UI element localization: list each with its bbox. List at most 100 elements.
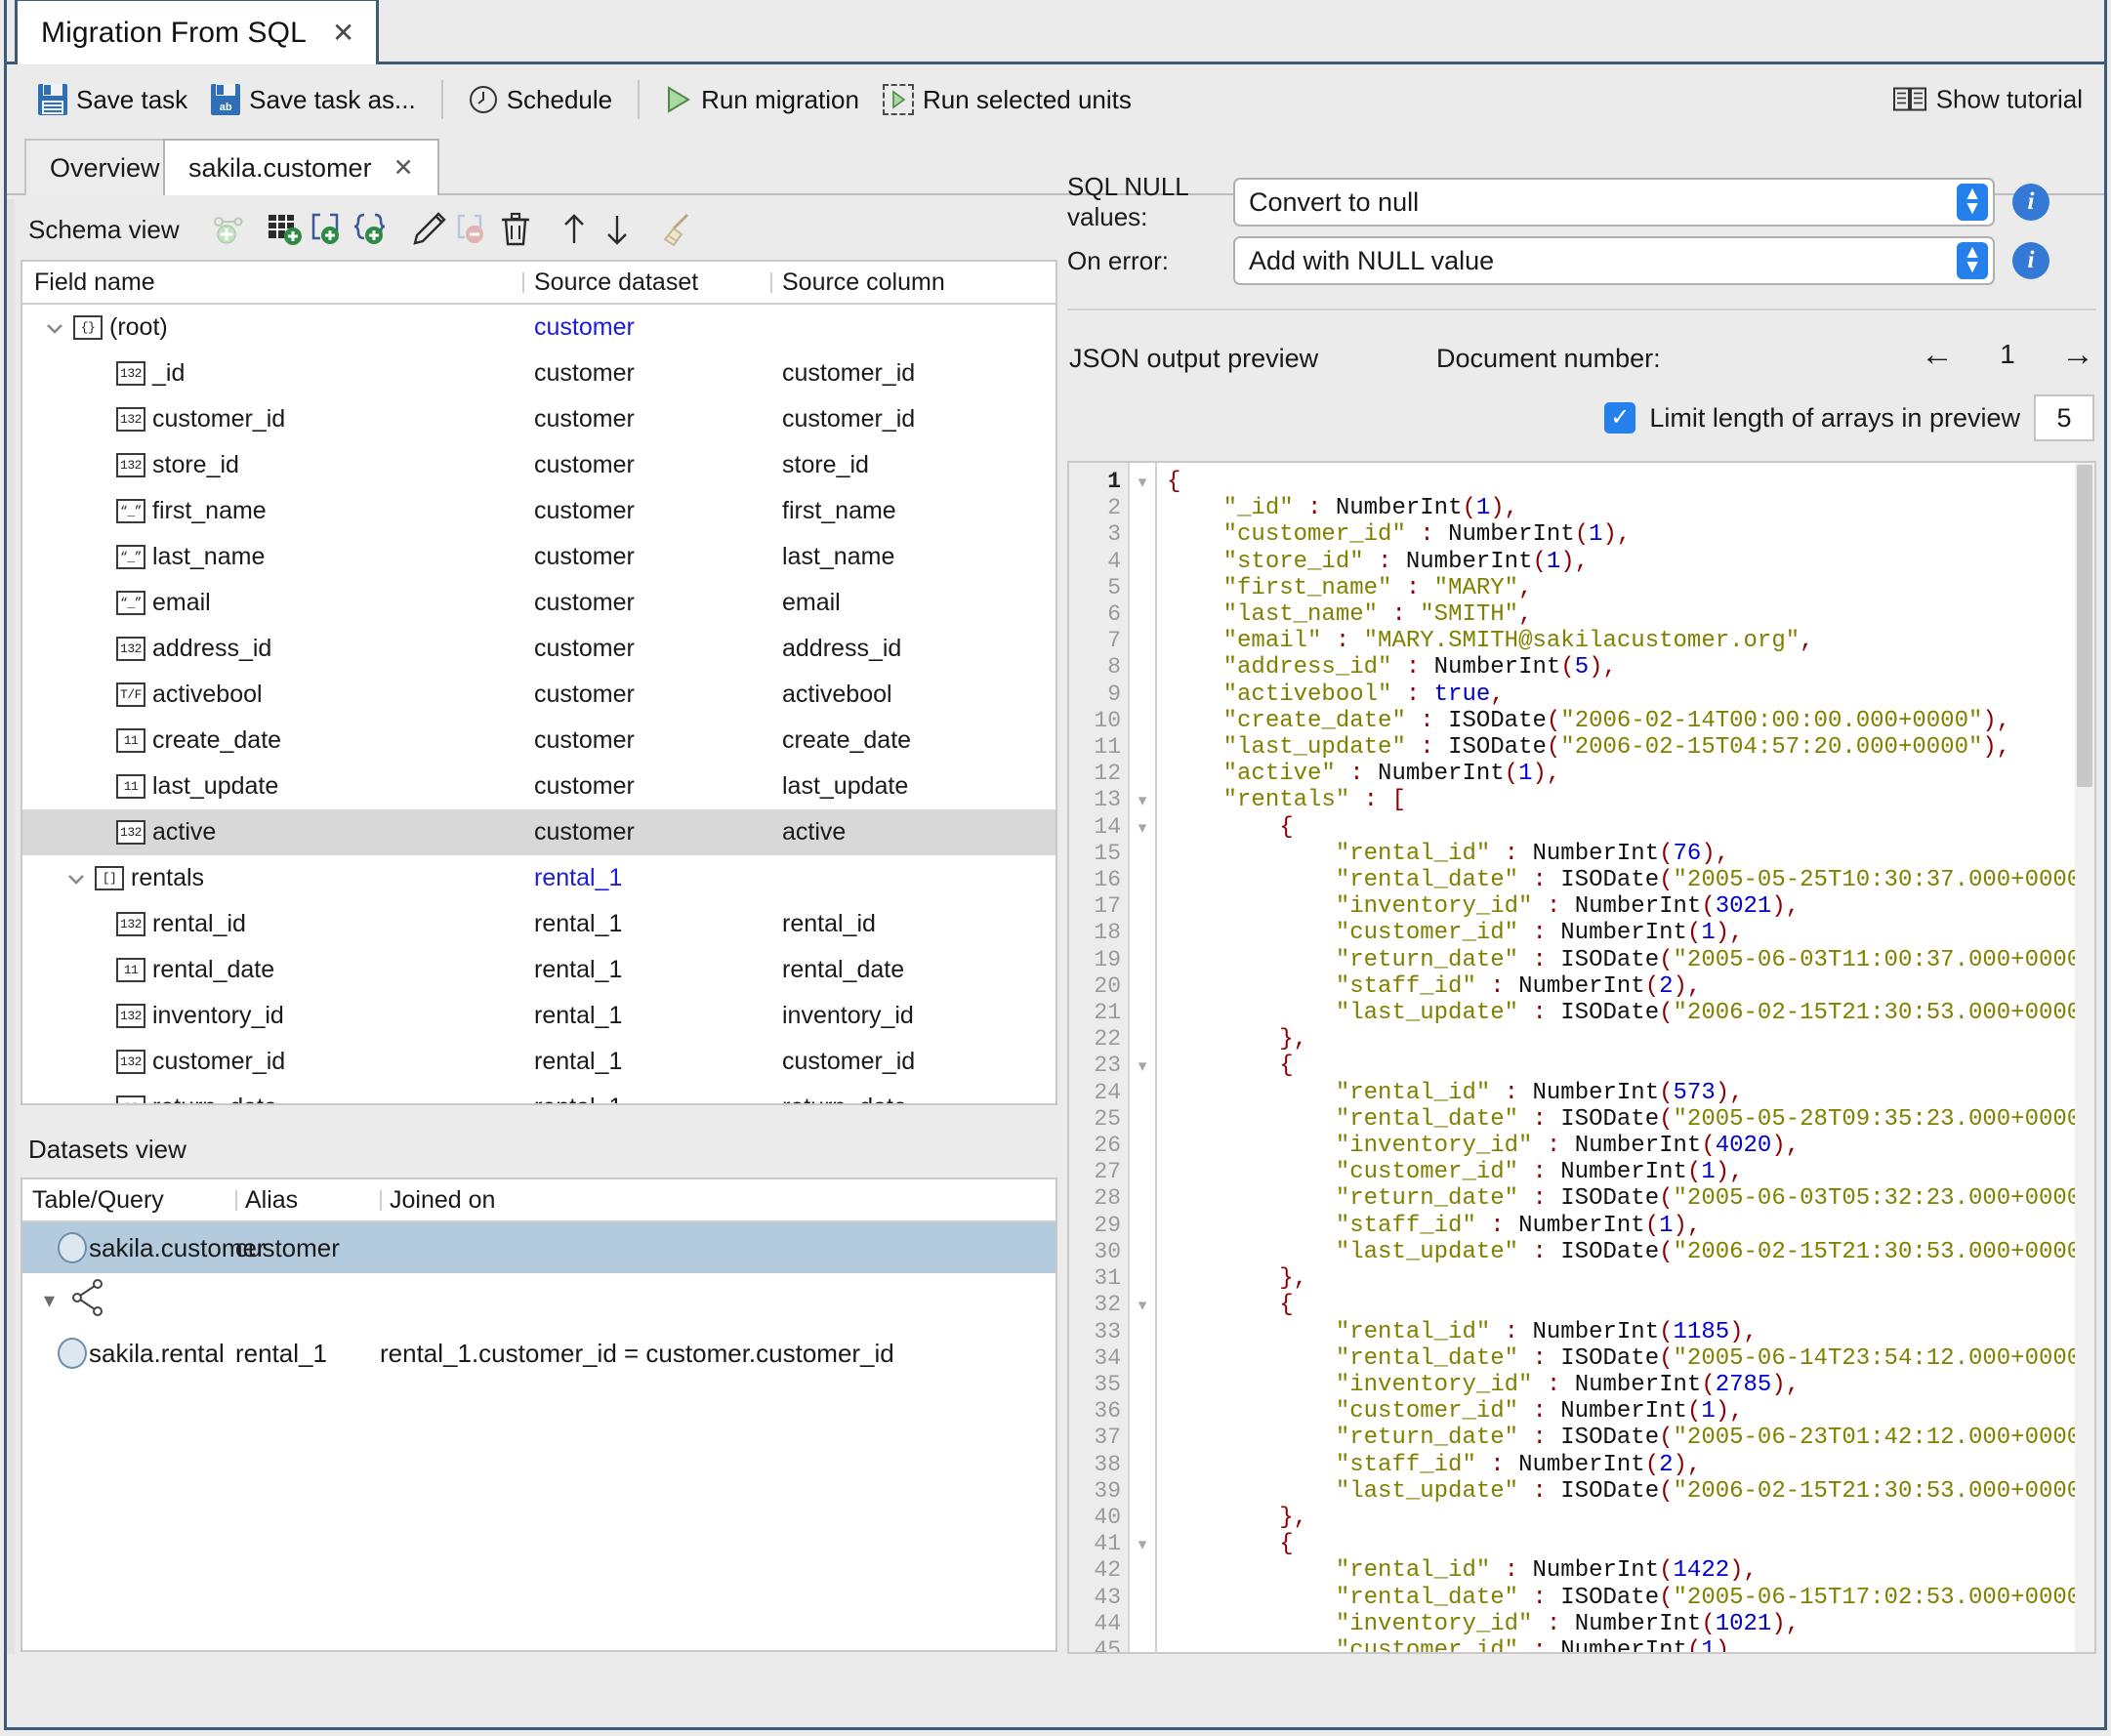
code-fold-toggle-icon[interactable]: ▾	[1130, 814, 1155, 841]
schema-field-row[interactable]: {}(root)customer	[22, 305, 1056, 351]
schema-field-row[interactable]: “_”last_namecustomerlast_name	[22, 534, 1056, 580]
add-object-icon[interactable]	[350, 208, 393, 251]
spinner-updown-icon[interactable]: ▲▼	[1957, 242, 1988, 279]
schema-field-row[interactable]: 132address_idcustomeraddress_id	[22, 626, 1056, 672]
schema-field-row[interactable]: 11last_updatecustomerlast_update	[22, 764, 1056, 809]
sql-null-values-select[interactable]: Convert to null ▲▼	[1233, 178, 1995, 227]
source-dataset-cell[interactable]: rental_1	[522, 864, 770, 892]
add-link-icon[interactable]	[205, 208, 248, 251]
move-down-icon[interactable]	[596, 208, 639, 251]
column-header-joined-on[interactable]: Joined on	[380, 1186, 1056, 1215]
line-number: 8	[1069, 654, 1128, 681]
fold-spacer	[1130, 1000, 1155, 1026]
close-icon[interactable]: ✕	[393, 153, 414, 183]
string-type-icon: “_”	[116, 545, 145, 569]
schema-field-row[interactable]: 132inventory_idrental_1inventory_id	[22, 993, 1056, 1039]
tab-overview[interactable]: Overview	[24, 139, 186, 195]
spinner-updown-icon[interactable]: ▲▼	[1957, 184, 1988, 221]
schema-field-row[interactable]: 132_idcustomercustomer_id	[22, 351, 1056, 396]
chevron-down-icon[interactable]	[40, 313, 69, 343]
column-header-table-query[interactable]: Table/Query	[22, 1186, 235, 1215]
chevron-down-icon[interactable]	[62, 864, 91, 893]
column-header-field-name[interactable]: Field name	[22, 269, 522, 297]
edit-pencil-icon[interactable]	[408, 208, 451, 251]
close-icon[interactable]: ✕	[332, 20, 354, 47]
on-error-select[interactable]: Add with NULL value ▲▼	[1233, 236, 1995, 285]
schema-field-row[interactable]: 11rental_daterental_1rental_date	[22, 947, 1056, 993]
tab-sakila-customer[interactable]: sakila.customer ✕	[163, 139, 439, 195]
scrollbar-thumb[interactable]	[2077, 465, 2092, 787]
add-table-icon[interactable]	[264, 208, 307, 251]
source-column-cell: activebool	[770, 681, 1056, 709]
clean-broom-icon[interactable]	[654, 208, 697, 251]
dataset-circle-icon	[58, 1232, 87, 1263]
limit-arrays-value-input[interactable]: 5	[2034, 394, 2094, 441]
code-fold-toggle-icon[interactable]: ▾	[1130, 469, 1155, 495]
column-header-source-dataset[interactable]: Source dataset	[522, 269, 770, 297]
array-type-icon: []	[95, 866, 124, 890]
save-task-as-button[interactable]: ab Save task as...	[199, 80, 428, 119]
json-code-content[interactable]: { "_id" : NumberInt(1), "customer_id" : …	[1157, 463, 2094, 1652]
schema-field-row[interactable]: 132customer_idrental_1customer_id	[22, 1039, 1056, 1085]
fold-spacer	[1130, 841, 1155, 867]
schedule-label: Schedule	[507, 85, 612, 115]
code-line: "rental_date" : ISODate("2005-05-25T10:3…	[1167, 867, 2094, 893]
chevron-down-icon[interactable]: ▾	[44, 1288, 55, 1313]
line-number: 33	[1069, 1319, 1128, 1345]
fold-spacer	[1130, 1637, 1155, 1654]
json-preview-vertical-scrollbar[interactable]	[2075, 463, 2094, 1652]
field-name-cell: 11last_update	[22, 772, 522, 802]
delete-trash-icon[interactable]	[494, 208, 537, 251]
on-error-row: On error: Add with NULL value ▲▼ i	[1067, 234, 2096, 287]
datasets-view-header: Datasets view	[21, 1121, 1057, 1178]
schema-field-row[interactable]: 132activecustomeractive	[22, 809, 1056, 855]
code-fold-toggle-icon[interactable]: ▾	[1130, 1053, 1155, 1079]
field-name-label: active	[152, 818, 216, 847]
field-name-label: first_name	[152, 497, 267, 525]
code-fold-toggle-icon[interactable]: ▾	[1130, 787, 1155, 813]
arrow-right-icon[interactable]: →	[2061, 338, 2094, 371]
schema-field-row[interactable]: “_”first_namecustomerfirst_name	[22, 488, 1056, 534]
run-selected-units-button[interactable]: Run selected units	[871, 80, 1143, 119]
schema-field-row[interactable]: 132rental_idrental_1rental_id	[22, 901, 1056, 947]
save-task-button[interactable]: Save task	[26, 80, 199, 119]
schema-field-row[interactable]: 11return_daterental_1return_date	[22, 1085, 1056, 1105]
schema-field-row[interactable]: “_”emailcustomeremail	[22, 580, 1056, 626]
dataset-join-group-row[interactable]: ▾	[22, 1273, 1056, 1328]
schema-field-row[interactable]: 11create_datecustomercreate_date	[22, 718, 1056, 764]
schema-field-row[interactable]: 132store_idcustomerstore_id	[22, 442, 1056, 488]
show-tutorial-button[interactable]: Show tutorial	[1893, 85, 2083, 115]
code-fold-column[interactable]: ▾ ▾▾ ▾ ▾ ▾	[1130, 463, 1157, 1652]
dataset-row-rental[interactable]: sakila.rental rental_1 rental_1.customer…	[22, 1328, 1056, 1379]
sql-null-values-row: SQL NULL values: Convert to null ▲▼ i	[1067, 176, 2096, 228]
code-fold-toggle-icon[interactable]: ▾	[1130, 1531, 1155, 1557]
left-scroll-strip[interactable]	[7, 199, 15, 1654]
limit-arrays-checkbox[interactable]: ✓	[1604, 402, 1635, 434]
dataset-row-customer[interactable]: sakila.customer customer	[22, 1222, 1056, 1273]
source-dataset-cell[interactable]: customer	[522, 313, 770, 342]
boolean-type-icon: T/F	[116, 682, 145, 707]
schema-rows-container: {}(root)customer132_idcustomercustomer_i…	[22, 305, 1056, 1105]
source-column-cell: first_name	[770, 497, 1056, 525]
schedule-button[interactable]: Schedule	[457, 81, 624, 119]
info-icon[interactable]: i	[2012, 184, 2049, 221]
schema-field-row[interactable]: T/Factiveboolcustomeractivebool	[22, 672, 1056, 718]
schema-field-row[interactable]: []rentalsrental_1	[22, 855, 1056, 901]
fold-spacer	[1130, 1585, 1155, 1611]
run-migration-button[interactable]: Run migration	[653, 81, 871, 119]
arrow-left-icon[interactable]: ←	[1921, 338, 1954, 371]
move-up-icon[interactable]	[553, 208, 596, 251]
column-header-source-column[interactable]: Source column	[770, 269, 1056, 297]
field-name-cell: 11create_date	[22, 726, 522, 756]
fold-spacer	[1130, 1505, 1155, 1531]
json-preview-editor[interactable]: 1234567891011121314151617181920212223242…	[1067, 461, 2096, 1654]
column-header-alias[interactable]: Alias	[235, 1186, 380, 1215]
add-array-icon[interactable]	[307, 208, 350, 251]
remove-array-icon[interactable]	[451, 208, 494, 251]
window-tab-migration-from-sql[interactable]: Migration From SQL ✕	[15, 0, 379, 64]
info-icon[interactable]: i	[2012, 242, 2049, 279]
schema-field-row[interactable]: 132customer_idcustomercustomer_id	[22, 396, 1056, 442]
fold-spacer	[1130, 495, 1155, 521]
code-fold-toggle-icon[interactable]: ▾	[1130, 1292, 1155, 1318]
fold-spacer	[1130, 1026, 1155, 1053]
